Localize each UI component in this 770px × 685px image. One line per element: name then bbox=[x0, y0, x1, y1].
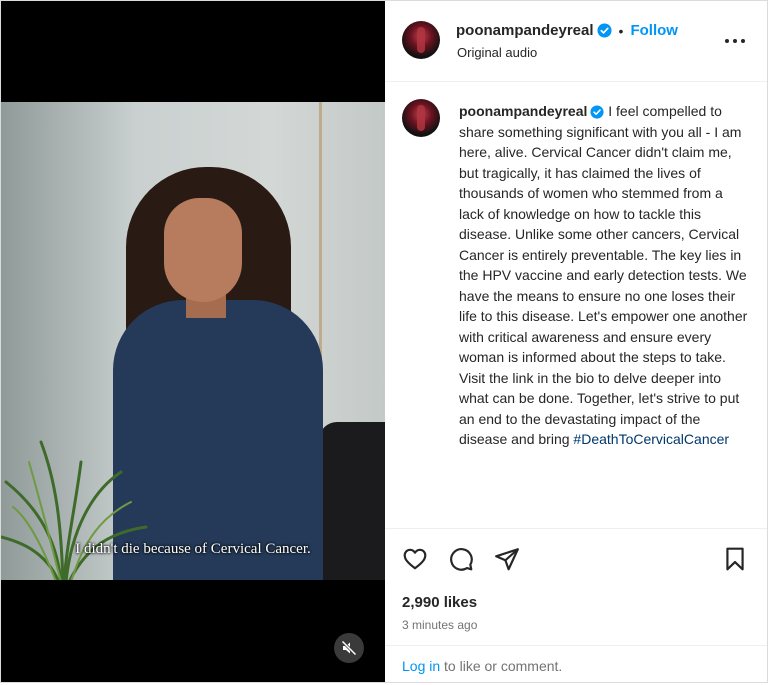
post-header: poonampandeyreal • Follow Original audio bbox=[385, 1, 767, 82]
post-timestamp[interactable]: 3 minutes ago bbox=[402, 618, 477, 632]
mute-button[interactable] bbox=[334, 633, 364, 663]
caption-section: poonampandeyreal I feel compelled to sha… bbox=[385, 82, 767, 528]
header-username[interactable]: poonampandeyreal bbox=[456, 22, 594, 39]
avatar[interactable] bbox=[402, 21, 440, 59]
post-modal: I didn't die because of Cervical Cancer.… bbox=[0, 0, 768, 683]
video-caption: I didn't die because of Cervical Cancer. bbox=[75, 541, 311, 557]
login-prompt: Log in to like or comment. bbox=[385, 645, 767, 682]
avatar[interactable] bbox=[402, 99, 440, 137]
original-audio-link[interactable]: Original audio bbox=[457, 45, 537, 60]
likes-count[interactable]: 2,990 likes bbox=[402, 594, 477, 611]
share-icon[interactable] bbox=[494, 546, 520, 572]
follow-button[interactable]: Follow bbox=[630, 22, 678, 39]
speaker-muted-icon bbox=[341, 640, 357, 656]
action-bar: 2,990 likes 3 minutes ago Log in to like… bbox=[385, 528, 767, 682]
heart-icon[interactable] bbox=[402, 546, 428, 572]
login-link[interactable]: Log in bbox=[402, 658, 440, 674]
video-player[interactable]: I didn't die because of Cervical Cancer. bbox=[1, 1, 385, 682]
post-details-panel: poonampandeyreal • Follow Original audio… bbox=[385, 1, 767, 682]
hashtag-link[interactable]: #DeathToCervicalCancer bbox=[573, 431, 729, 447]
caption-username[interactable]: poonampandeyreal bbox=[459, 103, 587, 119]
post-caption: poonampandeyreal I feel compelled to sha… bbox=[459, 101, 749, 450]
verified-badge-icon bbox=[590, 105, 604, 119]
bookmark-icon[interactable] bbox=[722, 546, 748, 572]
caption-text: I feel compelled to share something sign… bbox=[459, 103, 748, 447]
separator-dot: • bbox=[618, 22, 624, 39]
verified-badge-icon bbox=[597, 23, 612, 38]
video-frame bbox=[1, 102, 385, 580]
comment-icon[interactable] bbox=[448, 546, 474, 572]
more-options-icon[interactable] bbox=[723, 31, 747, 51]
login-prompt-text: to like or comment. bbox=[444, 658, 563, 674]
